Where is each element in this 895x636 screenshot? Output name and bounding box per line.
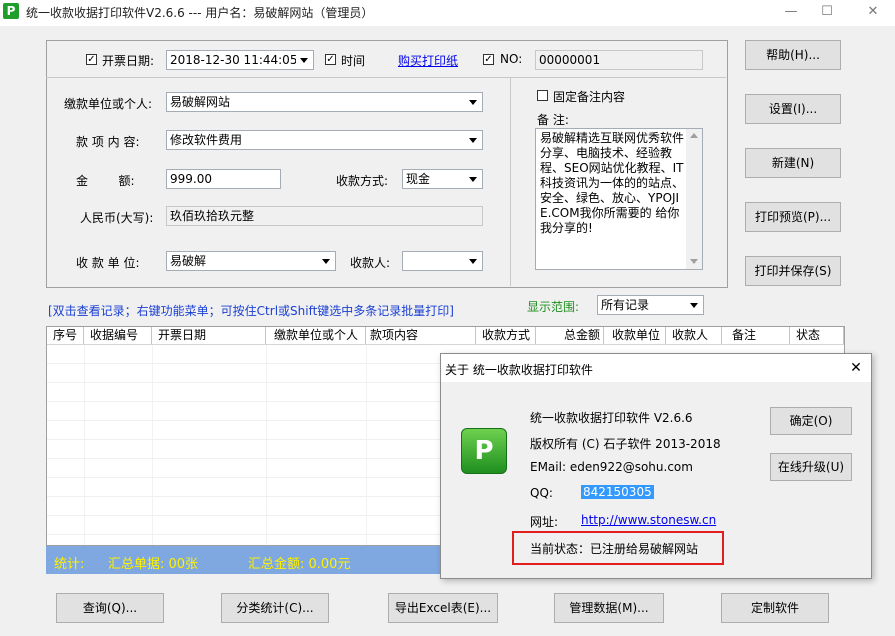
invoice-date-label: 开票日期:: [102, 54, 155, 68]
note-text: 易破解精选互联网优秀软件分享、电脑技术、经验教程、SEO网站优化教程、IT科技资…: [540, 131, 685, 235]
payee-label: 收款人:: [350, 256, 391, 270]
online-upgrade-button[interactable]: 在线升级(U): [770, 453, 852, 481]
maximize-icon[interactable]: ☐: [812, 2, 842, 22]
column-header[interactable]: 缴款单位或个人: [266, 327, 366, 344]
chevron-down-icon: [465, 171, 481, 187]
form-divider-vertical: [510, 77, 511, 286]
chevron-down-icon: [465, 94, 481, 110]
column-header[interactable]: 款项内容: [366, 327, 476, 344]
column-header[interactable]: 序号: [47, 327, 84, 344]
about-status: 当前状态：已注册给易破解网站: [530, 542, 699, 556]
pay-method-value: 现金: [406, 172, 431, 186]
scroll-up-icon[interactable]: [690, 133, 698, 138]
close-icon[interactable]: ✕: [858, 2, 888, 22]
customize-button[interactable]: 定制软件: [721, 593, 829, 623]
fixed-note-checkbox[interactable]: [537, 90, 548, 101]
no-label: NO:: [500, 52, 523, 66]
item-value: 修改软件费用: [170, 133, 243, 147]
app-logo-icon: P: [461, 428, 507, 474]
no-checkbox[interactable]: ✓: [483, 54, 494, 65]
time-label: 时间: [341, 54, 366, 68]
column-header[interactable]: 总金额: [536, 327, 604, 344]
minimize-icon[interactable]: —: [776, 2, 806, 22]
payee-combo[interactable]: [402, 251, 483, 271]
help-button[interactable]: 帮助(H)...: [745, 40, 841, 70]
export-excel-button[interactable]: 导出Excel表(E)...: [388, 593, 498, 623]
chevron-down-icon: [296, 52, 312, 68]
app-icon: P: [3, 3, 19, 19]
payer-combo[interactable]: 易破解网站: [166, 92, 483, 112]
column-header[interactable]: 收据编号: [84, 327, 152, 344]
sum-text: 汇总金额: 0.00元: [248, 557, 351, 572]
close-icon[interactable]: ✕: [845, 358, 867, 378]
item-label: 款 项 内 容:: [76, 135, 140, 149]
hint-text: [双击查看记录；右键功能菜单；可按住Ctrl或Shift键选中多条记录批量打印]: [48, 304, 454, 318]
table-header: 序号 收据编号 开票日期 缴款单位或个人 款项内容 收款方式 总金额 收款单位 …: [47, 327, 844, 345]
about-dialog-title: 关于 统一收款收据打印软件: [445, 363, 593, 377]
payee-unit-value: 易破解: [170, 254, 207, 268]
rmb-field: 玖佰玖拾玖元整: [166, 206, 483, 226]
chevron-down-icon: [465, 132, 481, 148]
note-scrollbar[interactable]: [686, 129, 702, 269]
about-qq-label: QQ:: [530, 486, 553, 500]
payee-unit-label: 收 款 单 位:: [76, 256, 140, 270]
about-website-label: 网址:: [530, 515, 559, 529]
chevron-down-icon: [686, 297, 702, 313]
column-header[interactable]: 状态: [790, 327, 844, 344]
rmb-label: 人民币(大写):: [80, 211, 154, 225]
chevron-down-icon: [318, 253, 334, 269]
amount-field[interactable]: 999.00: [166, 169, 281, 189]
note-textarea[interactable]: 易破解精选互联网优秀软件分享、电脑技术、经验教程、SEO网站优化教程、IT科技资…: [535, 128, 703, 270]
column-header[interactable]: 收款单位: [604, 327, 666, 344]
no-field[interactable]: 00000001: [535, 50, 703, 70]
pay-method-combo[interactable]: 现金: [402, 169, 483, 189]
scroll-down-icon[interactable]: [690, 259, 698, 264]
invoice-date-value: 2018-12-30 11:44:05: [170, 53, 298, 67]
buy-paper-link[interactable]: 购买打印纸: [398, 52, 458, 69]
about-copyright: 版权所有 (C) 石子软件 2013-2018: [530, 437, 721, 451]
column-header[interactable]: 备注: [722, 327, 790, 344]
print-preview-button[interactable]: 打印预览(P)...: [745, 202, 841, 232]
pay-method-label: 收款方式:: [336, 174, 389, 188]
query-button[interactable]: 查询(Q)...: [56, 593, 164, 623]
ok-button[interactable]: 确定(O): [770, 407, 852, 435]
window-title: 统一收款收据打印软件V2.6.6 --- 用户名：易破解网站（管理员）: [26, 6, 374, 20]
settings-button[interactable]: 设置(I)...: [745, 94, 841, 124]
category-stats-button[interactable]: 分类统计(C)...: [221, 593, 329, 623]
invoice-date-checkbox[interactable]: ✓: [86, 54, 97, 65]
column-header[interactable]: 收款方式: [476, 327, 536, 344]
invoice-date-picker[interactable]: 2018-12-30 11:44:05: [166, 50, 314, 70]
print-save-button[interactable]: 打印并保存(S): [745, 256, 841, 286]
title-bar: P 统一收款收据打印软件V2.6.6 --- 用户名：易破解网站（管理员） — …: [0, 0, 895, 26]
manage-data-button[interactable]: 管理数据(M)...: [554, 593, 664, 623]
note-label: 备 注:: [537, 113, 569, 127]
about-dialog-titlebar: 关于 统一收款收据打印软件 ✕: [441, 354, 871, 382]
about-website-link[interactable]: http://www.stonesw.cn: [581, 513, 716, 527]
display-range-combo[interactable]: 所有记录: [597, 295, 704, 315]
amount-label: 金 额:: [76, 174, 135, 188]
column-header[interactable]: 开票日期: [152, 327, 266, 344]
item-combo[interactable]: 修改软件费用: [166, 130, 483, 150]
time-checkbox[interactable]: ✓: [325, 54, 336, 65]
about-qq-value[interactable]: 842150305: [581, 485, 654, 499]
stats-label: 统计:: [54, 557, 85, 572]
app-logo-letter: P: [474, 436, 494, 466]
about-dialog-body: P 统一收款收据打印软件 V2.6.6 版权所有 (C) 石子软件 2013-2…: [441, 382, 871, 578]
about-email: EMail: eden922@sohu.com: [530, 460, 693, 474]
display-range-label: 显示范围:: [527, 300, 580, 314]
payer-value: 易破解网站: [170, 95, 231, 109]
display-range-value: 所有记录: [601, 298, 650, 312]
about-dialog: 关于 统一收款收据打印软件 ✕ P 统一收款收据打印软件 V2.6.6 版权所有…: [440, 353, 872, 579]
payee-unit-combo[interactable]: 易破解: [166, 251, 336, 271]
payer-label: 缴款单位或个人:: [64, 97, 153, 111]
column-header[interactable]: 收款人: [666, 327, 722, 344]
count-text: 汇总单据: 00张: [108, 557, 199, 572]
chevron-down-icon: [465, 253, 481, 269]
form-divider: [46, 77, 726, 78]
about-product: 统一收款收据打印软件 V2.6.6: [530, 411, 693, 425]
new-button[interactable]: 新建(N): [745, 148, 841, 178]
fixed-note-label: 固定备注内容: [553, 90, 626, 104]
